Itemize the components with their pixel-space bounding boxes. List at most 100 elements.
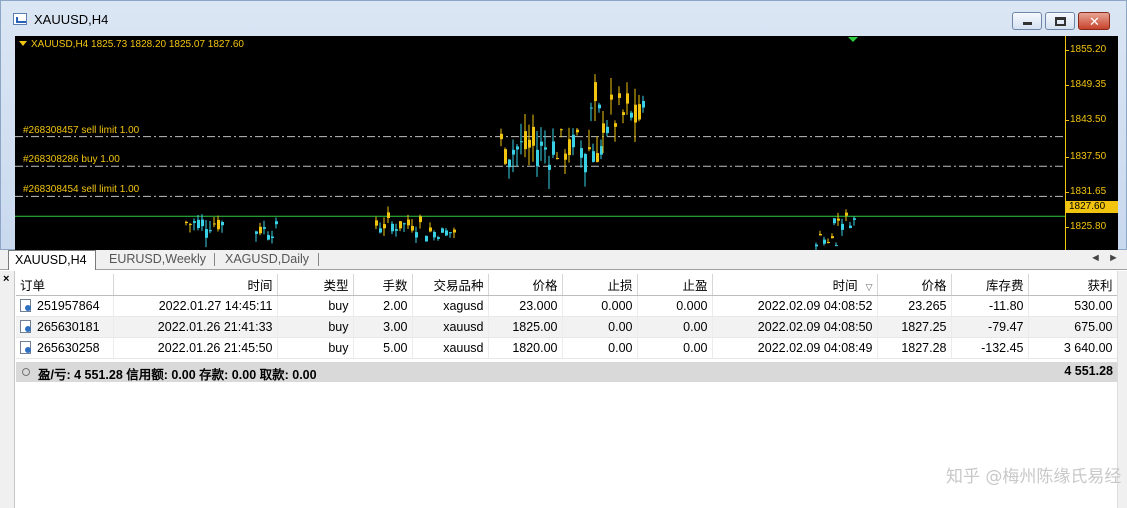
tab-xagusd-daily[interactable]: XAGUSD,Daily [219,250,315,269]
candle-body [275,221,278,225]
col-header-open-price[interactable]: 价格 [488,274,563,296]
candle-body [205,229,208,238]
col-header-profit[interactable]: 获利 [1028,274,1118,296]
candle-body [618,93,621,98]
col-header-type[interactable]: 类型 [277,274,354,296]
price-tick-label: 1849.35 [1064,79,1107,91]
close-button[interactable]: ✕ [1078,12,1110,30]
open-time-cell: 2022.01.26 21:41:33 [113,316,278,338]
candle-body [520,141,523,143]
candle-body [845,212,848,216]
profit-cell: 530.00 [1028,295,1118,317]
maximize-icon [1055,17,1066,26]
candlestick-plot[interactable] [15,36,1065,250]
terminal-close-icon[interactable]: × [3,273,9,285]
table-row[interactable]: 265630258 2022.01.26 21:45:50 buy 5.00 x… [16,337,1118,359]
swap-cell: -11.80 [951,295,1029,317]
stop-loss-cell: 0.00 [562,337,638,359]
candle-body [638,104,641,120]
candle-body [407,219,410,226]
stop-loss-cell: 0.00 [562,316,638,338]
chart-window[interactable]: XAUUSD,H4 ✕ XAUUSD,H4 1825.73 1828.20 18… [0,0,1127,250]
candle-body [263,227,266,229]
current-price-cell: 1827.28 [877,337,952,359]
col-header-lots[interactable]: 手数 [353,274,413,296]
symbol-cell: xauusd [412,337,489,359]
candle-body [213,223,216,225]
col-header-current-price[interactable]: 价格 [877,274,952,296]
candle-body [588,147,591,150]
minimize-button[interactable] [1012,12,1042,30]
col-header-close-time[interactable]: 时间 ▽ [712,274,878,296]
candle-body [429,227,432,232]
open-price-cell: 1825.00 [488,316,563,338]
candle-body [634,104,637,123]
candle-body [259,226,262,234]
candle-body [508,159,511,168]
candle-body [626,93,629,104]
candle-body [255,231,258,234]
candle-body [411,225,414,231]
take-profit-cell: 0.00 [637,316,713,338]
open-price-cell: 23.000 [488,295,563,317]
candle-body [433,231,436,238]
candle-body [833,218,836,224]
candle-body [528,139,531,148]
period-separator-marker-icon [848,37,858,42]
sort-desc-icon: ▽ [865,281,873,292]
candle-body [552,141,555,155]
table-row[interactable]: 251957864 2022.01.27 14:45:11 buy 2.00 x… [16,295,1118,317]
table-row[interactable]: 265630181 2022.01.26 21:41:33 buy 3.00 x… [16,316,1118,338]
chart-symbol-header: XAUUSD,H4 1825.73 1828.20 1825.07 1827.6… [19,39,244,50]
col-header-swap[interactable]: 库存费 [951,274,1029,296]
candle-body [622,112,625,115]
candle-body [592,151,595,162]
stop-loss-cell: 0.000 [562,295,638,317]
candle-body [532,126,535,146]
tab-eurusd-weekly[interactable]: EURUSD,Weekly [103,250,212,269]
candle-body [271,236,274,239]
col-header-open-time[interactable]: 时间 [113,274,278,296]
price-tick-label: 1825.80 [1064,221,1107,233]
candle-body [837,218,840,221]
col-header-stop-loss[interactable]: 止损 [562,274,638,296]
close-time-cell: 2022.02.09 04:08:50 [712,316,878,338]
candle-body [399,221,402,229]
tab-divider [318,253,319,266]
candle-body [441,228,444,233]
price-scale[interactable]: 1855.20 1849.35 1843.50 1837.50 1831.65 1825.… [1064,36,1118,250]
candle-body [437,237,440,239]
order-cell: 251957864 [16,295,114,317]
current-price-label: 1827.60 [1066,201,1118,213]
profit-cell: 3 640.00 [1028,337,1118,359]
col-header-symbol[interactable]: 交易品种 [412,274,489,296]
candle-body [642,100,645,108]
candle-body [395,229,398,231]
terminal-trade-panel[interactable]: × 订单 时间 类型 手数 交易品种 价格 止损 止盈 时间 ▽ 价格 库存费 获… [0,271,1127,508]
price-tick-label: 1855.20 [1064,43,1107,55]
candle-body [201,219,204,227]
tab-next-arrow-icon[interactable]: ► [1108,252,1119,264]
close-time-cell: 2022.02.09 04:08:52 [712,295,878,317]
col-header-take-profit[interactable]: 止盈 [637,274,713,296]
price-chart[interactable]: XAUUSD,H4 1825.73 1828.20 1825.07 1827.6… [15,36,1118,250]
candle-body [217,219,220,230]
candle-body [819,233,822,236]
tab-prev-arrow-icon[interactable]: ◄ [1090,252,1101,264]
chart-window-titlebar[interactable]: XAUUSD,H4 ✕ [1,1,1126,35]
price-tick-label: 1837.50 [1064,150,1107,162]
order-level-label: #268308286 buy 1.00 [23,154,120,166]
tab-xauusd-h4[interactable]: XAUUSD,H4 [8,250,96,270]
order-level-label: #268308457 sell limit 1.00 [23,124,140,136]
close-time-cell: 2022.02.09 04:08:49 [712,337,878,359]
order-id: 265630258 [37,340,100,355]
order-ticket-icon [20,319,31,333]
candle-body [630,112,633,118]
take-profit-cell: 0.00 [637,337,713,359]
maximize-button[interactable] [1045,12,1075,30]
candle-body [827,241,830,243]
open-time-cell: 2022.01.26 21:45:50 [113,337,278,359]
col-header-order[interactable]: 订单 [16,274,114,296]
take-profit-cell: 0.000 [637,295,713,317]
candle-body [568,139,571,156]
